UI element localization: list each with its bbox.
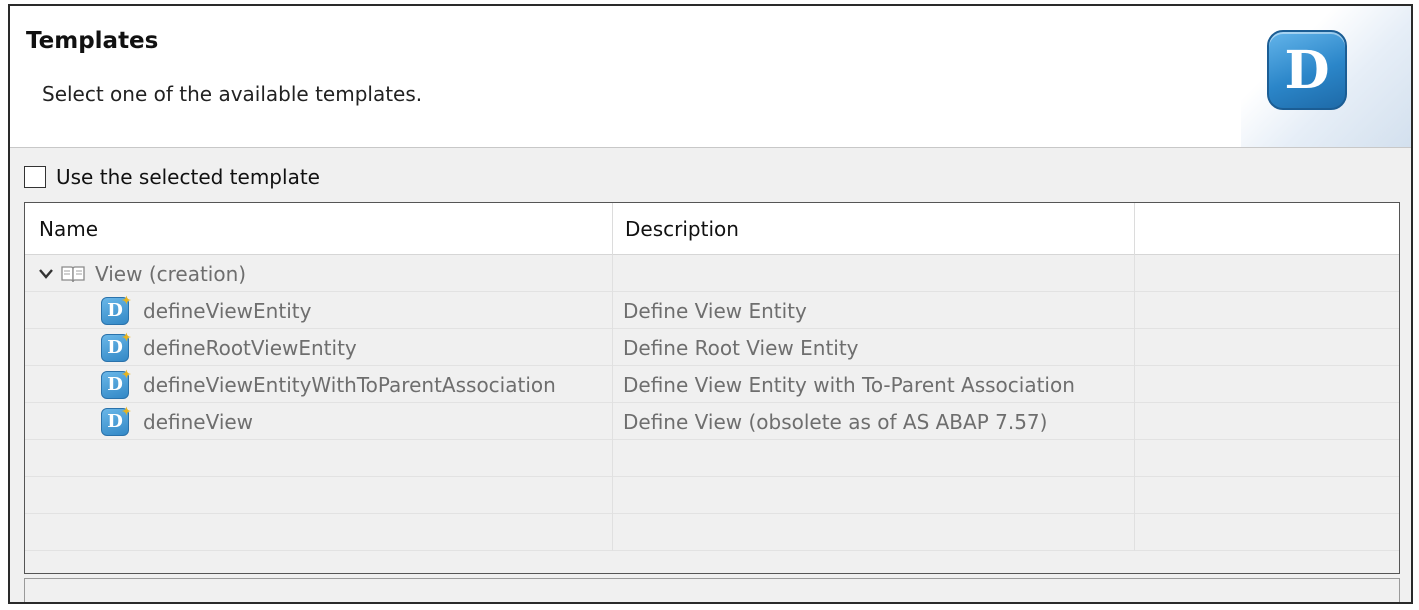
table-row[interactable]: D ✦ defineView Define View (obsolete as o… bbox=[25, 403, 1399, 440]
template-preview-area[interactable] bbox=[24, 578, 1400, 602]
template-name: defineViewEntity bbox=[143, 298, 312, 323]
template-icon-letter: D bbox=[107, 374, 123, 395]
ddl-template-icon: D ✦ bbox=[101, 293, 131, 325]
template-icon-letter: D bbox=[107, 300, 123, 321]
use-template-option[interactable]: Use the selected template bbox=[24, 162, 320, 192]
column-header-description[interactable]: Description bbox=[613, 203, 1135, 255]
table-row[interactable]: D ✦ defineRootViewEntity Define Root View… bbox=[25, 329, 1399, 366]
group-label: View (creation) bbox=[95, 261, 247, 286]
book-icon bbox=[61, 265, 85, 283]
page-description: Select one of the available templates. bbox=[42, 82, 423, 106]
template-name: defineRootViewEntity bbox=[143, 335, 357, 360]
empty-cell bbox=[1135, 514, 1399, 551]
column-header-empty[interactable] bbox=[1135, 203, 1399, 255]
template-description: Define View Entity with To-Parent Associ… bbox=[613, 366, 1135, 403]
new-badge-icon: ✦ bbox=[121, 330, 131, 344]
column-header-name[interactable]: Name bbox=[25, 203, 613, 255]
template-extra-cell bbox=[1135, 292, 1399, 329]
template-extra-cell bbox=[1135, 403, 1399, 440]
empty-cell bbox=[25, 440, 613, 477]
empty-cell bbox=[1135, 477, 1399, 514]
table-row-group[interactable]: View (creation) bbox=[25, 255, 1399, 292]
template-icon-letter: D bbox=[107, 337, 123, 358]
group-extra-cell bbox=[1135, 255, 1399, 292]
template-name-cell: D ✦ defineViewEntityWithToParentAssociati… bbox=[25, 366, 613, 403]
table-row[interactable]: D ✦ defineViewEntityWithToParentAssociati… bbox=[25, 366, 1399, 403]
template-description: Define Root View Entity bbox=[613, 329, 1135, 366]
group-name-cell: View (creation) bbox=[25, 255, 613, 292]
ddl-template-icon: D ✦ bbox=[101, 367, 131, 399]
empty-cell bbox=[25, 514, 613, 551]
template-name: defineView bbox=[143, 409, 254, 434]
templates-wizard-page: Templates Select one of the available te… bbox=[8, 4, 1413, 604]
group-description-cell bbox=[613, 255, 1135, 292]
table-body: View (creation) D ✦ defineViewEntity Defi… bbox=[25, 255, 1399, 551]
template-description: Define View (obsolete as of AS ABAP 7.57… bbox=[613, 403, 1135, 440]
empty-cell bbox=[1135, 440, 1399, 477]
new-badge-icon: ✦ bbox=[121, 367, 131, 381]
template-name-cell: D ✦ defineViewEntity bbox=[25, 292, 613, 329]
new-badge-icon: ✦ bbox=[121, 293, 131, 307]
template-extra-cell bbox=[1135, 329, 1399, 366]
window-edge bbox=[0, 0, 4, 610]
template-extra-cell bbox=[1135, 366, 1399, 403]
templates-table: Name Description View (creation) D ✦ def… bbox=[24, 202, 1400, 574]
template-name: defineViewEntityWithToParentAssociation bbox=[143, 372, 556, 397]
empty-cell bbox=[613, 477, 1135, 514]
ddl-logo-icon: D bbox=[1267, 30, 1347, 110]
empty-cell bbox=[613, 440, 1135, 477]
empty-cell bbox=[25, 477, 613, 514]
table-row-empty bbox=[25, 514, 1399, 551]
use-template-checkbox[interactable] bbox=[24, 166, 46, 188]
chevron-down-icon[interactable] bbox=[39, 267, 53, 281]
template-name-cell: D ✦ defineRootViewEntity bbox=[25, 329, 613, 366]
use-template-label[interactable]: Use the selected template bbox=[56, 165, 320, 189]
template-icon-letter: D bbox=[107, 411, 123, 432]
template-description: Define View Entity bbox=[613, 292, 1135, 329]
template-name-cell: D ✦ defineView bbox=[25, 403, 613, 440]
ddl-template-icon: D ✦ bbox=[101, 404, 131, 436]
table-row-empty bbox=[25, 440, 1399, 477]
table-row[interactable]: D ✦ defineViewEntity Define View Entity bbox=[25, 292, 1399, 329]
table-header: Name Description bbox=[25, 203, 1399, 255]
table-row-empty bbox=[25, 477, 1399, 514]
new-badge-icon: ✦ bbox=[121, 404, 131, 418]
empty-cell bbox=[613, 514, 1135, 551]
wizard-header: Templates Select one of the available te… bbox=[10, 6, 1411, 148]
ddl-template-icon: D ✦ bbox=[101, 330, 131, 362]
page-title: Templates bbox=[26, 28, 159, 54]
